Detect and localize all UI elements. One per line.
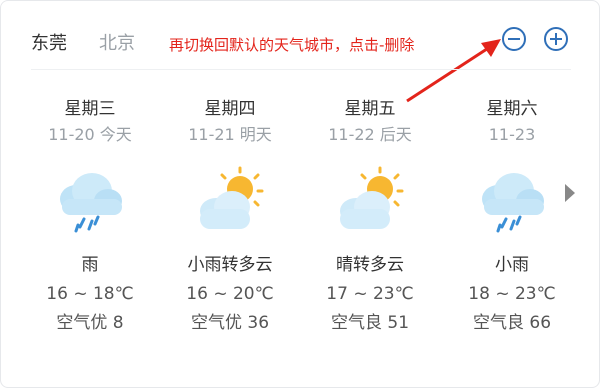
plus-icon-v: [555, 33, 557, 45]
city-tabs: 东莞 北京: [31, 25, 167, 59]
temperature: 16 ~ 20℃: [186, 284, 274, 304]
air-quality: 空气良 66: [472, 313, 552, 333]
tab-dongguan[interactable]: 东莞: [31, 29, 67, 55]
date: 11-21 明天: [188, 125, 272, 144]
annotation-text: 再切换回默认的天气城市，点击-删除: [169, 36, 415, 54]
date: 11-20 今天: [48, 125, 132, 144]
remove-city-button[interactable]: [502, 27, 526, 51]
weekday: 星期五: [344, 99, 396, 119]
date: 11-22 后天: [328, 125, 412, 144]
weekday: 星期六: [486, 99, 538, 119]
condition: 小雨转多云: [187, 255, 273, 275]
divider: [31, 69, 571, 70]
temperature: 16 ~ 18℃: [46, 284, 134, 304]
air-quality: 空气优 8: [56, 313, 124, 333]
forecast-day: 星期五 11-22 后天 晴转多云 17 ~ 23℃ 空气良 51: [310, 97, 430, 335]
forecast-day: 星期六 11-23 小雨 18 ~ 23℃ 空气良 66: [452, 97, 572, 335]
tab-beijing[interactable]: 北京: [99, 29, 135, 55]
air-quality: 空气优 36: [190, 313, 270, 333]
condition: 晴转多云: [336, 255, 404, 275]
air-quality: 空气良 51: [330, 313, 410, 333]
temperature: 17 ~ 23℃: [326, 284, 414, 304]
sun-cloud-icon: [200, 166, 264, 229]
weather-card: 东莞 北京 再切换回默认的天气城市，点击-删除 星期三 11-20 今天 雨 1…: [0, 0, 600, 388]
next-page-arrow-icon[interactable]: [565, 184, 575, 202]
minus-icon: [508, 38, 520, 40]
rain-cloud-icon: [60, 173, 122, 233]
forecast-day: 星期四 11-21 明天 小雨转多云 16 ~ 20℃ 空气优 36: [170, 97, 290, 335]
temperature: 18 ~ 23℃: [468, 284, 556, 304]
weekday: 星期三: [64, 99, 116, 119]
forecast-day: 星期三 11-20 今天 雨 16 ~ 18℃ 空气优 8: [30, 97, 150, 335]
date: 11-23: [488, 125, 536, 144]
rain-cloud-icon: [482, 173, 544, 233]
condition: 小雨: [495, 255, 529, 275]
sun-cloud-icon: [340, 166, 404, 229]
add-city-button[interactable]: [544, 27, 568, 51]
condition: 雨: [81, 255, 99, 275]
weekday: 星期四: [204, 99, 256, 119]
